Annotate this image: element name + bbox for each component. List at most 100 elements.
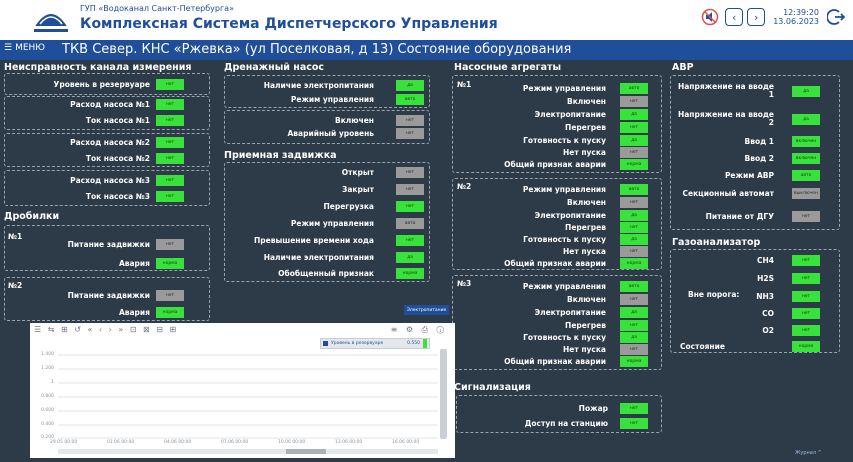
menu-button[interactable]: ☰ МЕНЮ [4,43,45,53]
pump2-mode-row: Режим управления авто [456,184,648,195]
clock-date: 13.06.2023 [773,17,819,26]
drain-alarm-row: Аварийный уровень нет [226,128,424,139]
drain-label: Наличие электропитания [263,80,374,90]
gas-ch4-row: CH4 нет [740,255,820,266]
status-indicator: нет [792,308,820,319]
power-trend-button[interactable]: Электропитание [404,305,449,315]
pump2-on-row: Включен нет [456,197,648,208]
drain-on-row: Включен нет [226,115,424,126]
pump-label: Перегрев [565,222,606,232]
y-tick: 1.200 [41,366,54,371]
avr-dgu-row: Питание от ДГУ нет [672,211,820,222]
status-indicator: да [620,307,648,318]
fault-row-flow2: Расход насоса №2 нет [10,137,184,148]
trend-legend[interactable]: Уровень в резервуаре 0.550 [320,338,430,349]
status-indicator: нет [156,115,184,126]
status-indicator: да [620,135,648,146]
fault-label: Ток насоса №3 [85,191,150,201]
pump3-mode-row: Режим управления авто [456,281,648,292]
status-indicator: нет [792,325,820,336]
pump-label: Электропитание [534,307,606,317]
trend-toolbar-right[interactable]: ≡ ⚙ ⎙ ⓘ [391,325,447,335]
fault-row-level: Уровень в резервуаре нет [10,79,184,90]
pump-label: Электропитание [534,210,606,220]
pump3-on-row: Включен нет [456,294,648,305]
pump-label: Режим управления [522,281,606,291]
scrollbar-thumb[interactable] [286,449,326,454]
pump-label: Включен [566,197,606,207]
trend-toolbar[interactable]: ☰ ⇆ ⊞ ↺ « ‹ › » ⊡ ⊠ ⊟ ⊞ [34,325,178,334]
valve-overload-row: Перегрузка нет [226,201,424,212]
status-indicator: норма [620,258,648,269]
status-indicator: да [620,109,648,120]
drain-heading: Дренажный насос [224,62,325,73]
crusher-label: Питание задвижки [67,290,150,300]
signal-label: Доступ на станцию [524,418,608,428]
pump-label: Общий признак аварии [504,159,606,169]
status-indicator: нет [792,211,820,222]
status-indicator: авто [620,281,648,292]
valve-power-row: Наличие электропитания да [226,252,424,263]
status-indicator: нет [396,184,424,195]
legend-label: Уровень в резервуаре [331,341,384,346]
fault-row-flow3: Расход насоса №3 нет [10,175,184,186]
valve-heading: Приемная задвижка [224,150,337,161]
crusher-label: Питание задвижки [67,239,150,249]
legend-value: 0.550 [407,341,420,346]
signal-label: Пожар [578,403,608,413]
org-name: ГУП «Водоканал Санкт-Петербурга» [80,4,234,13]
valve-timeout-row: Превышение времени хода нет [226,235,424,246]
pump1-mode-row: Режим управления авто [456,83,648,94]
fault-label: Ток насоса №1 [85,115,150,125]
gas-o2-row: O2 нет [740,325,820,336]
avr-mode-row: Режим АВР авто [672,170,820,181]
valve-label: Наличие электропитания [263,252,374,262]
hamburger-icon: ☰ [4,43,13,53]
pump-label: Общий признак аварии [504,356,606,366]
status-indicator: норма [620,356,648,367]
status-indicator: нет [156,99,184,110]
prev-button[interactable]: ‹ [725,8,744,26]
trend-vertical-scrollbar[interactable] [440,349,447,439]
pump-label: Включен [566,96,606,106]
fault-row-current1: Ток насоса №1 нет [10,115,184,126]
avr-label: Секционный автомат [682,188,774,198]
pump2-power-row: Электропитание да [456,210,648,221]
avr-in1-row: Ввод 1 включен [672,136,820,147]
x-tick: 16.06 00:00 [392,440,420,445]
next-button[interactable]: › [747,8,766,26]
pump-label: Электропитание [534,109,606,119]
journal-link[interactable]: Журнал ^ [795,450,822,456]
legend-bar [423,339,427,348]
pump3-alarm-row: Общий признак аварии норма [456,356,648,367]
fault-label: Расход насоса №1 [70,99,150,109]
status-indicator: нет [620,122,648,133]
system-name: Комплексная Система Диспетчерского Управ… [80,16,498,32]
avr-v1-row: Напряжение на вводе 1 да [672,83,820,99]
valve-label: Перегрузка [323,201,374,211]
pump-label: Готовность к пуску [523,234,606,244]
gas-heading: Газоанализатор [672,237,761,248]
logout-icon[interactable] [827,8,845,26]
fault-row-current3: Ток насоса №3 нет [10,191,184,202]
valve-open-row: Открыт нет [226,167,424,178]
drain-label: Режим управления [290,94,374,104]
pump3-ready-row: Готовность к пуску да [456,332,648,343]
drain-label: Включен [334,115,374,125]
sound-off-icon[interactable] [699,8,721,26]
crusher2-power-row: Питание задвижки нет [10,290,184,301]
status-indicator: нет [156,290,184,301]
x-tick: 13.06 00:00 [335,440,363,445]
y-tick: 1.400 [41,352,54,357]
status-indicator: нет [156,137,184,148]
pump2-ready-row: Готовность к пуску да [456,234,648,245]
avr-label: Питание от ДГУ [705,211,774,221]
gas-threshold-label: Вне порога: [688,290,740,299]
trend-horizontal-scrollbar[interactable] [58,449,438,454]
valve-label: Закрыт [342,184,374,194]
status-indicator: включен [792,136,820,147]
crusher-label: Авария [118,307,150,317]
valve-label: Режим управления [290,218,374,228]
x-tick: 04.06 00:00 [164,440,192,445]
status-indicator: нет [620,294,648,305]
